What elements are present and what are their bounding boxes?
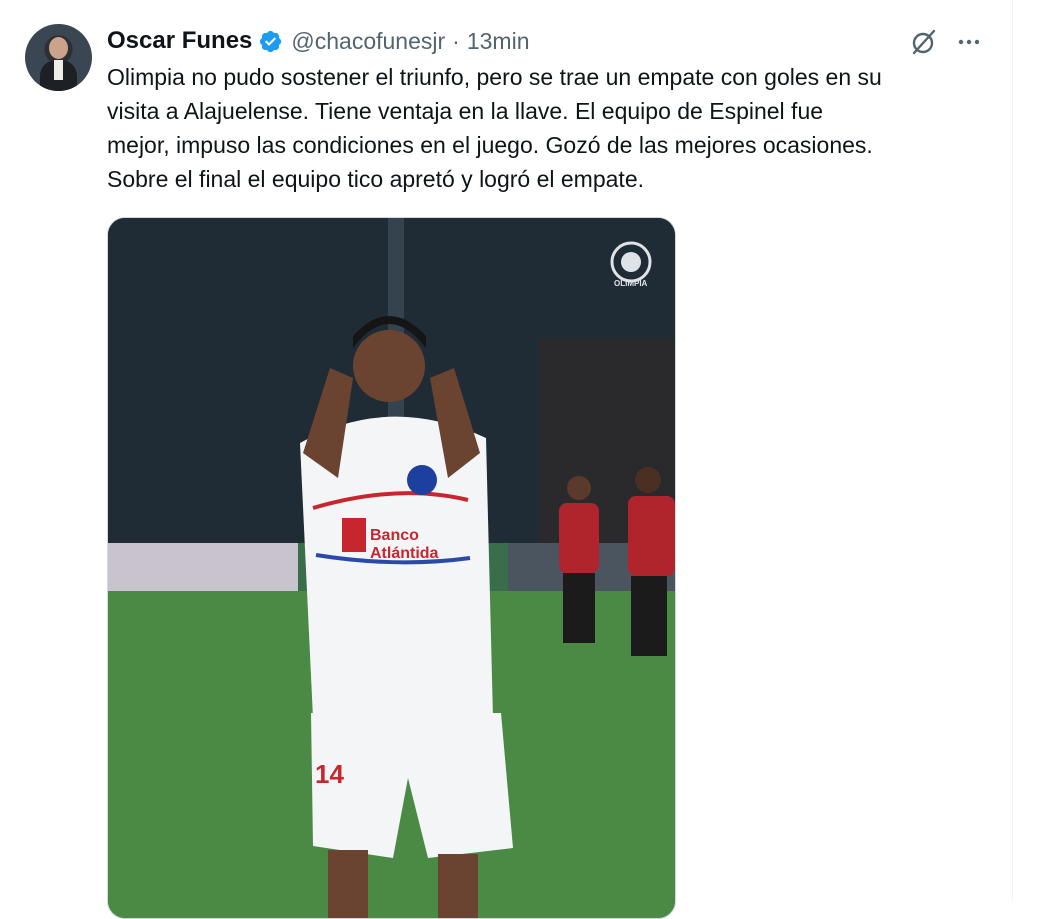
opponent-player-2	[628, 496, 675, 576]
avatar-shirt	[54, 60, 63, 80]
photo-illustration: Banco Atlántida 14 OLIMPIA	[108, 218, 675, 918]
shirt-sponsor-line1: Banco	[370, 527, 419, 544]
ad-board-left	[108, 543, 298, 591]
grok-icon[interactable]	[909, 27, 939, 57]
olimpia-crest-text: OLIMPIA	[614, 279, 648, 288]
avatar-face	[49, 37, 68, 59]
author-handle[interactable]: @chacofunesjr	[291, 28, 445, 55]
shorts-number: 14	[315, 759, 344, 789]
more-options-icon[interactable]	[954, 27, 984, 57]
tweet-header: Oscar Funes @chacofunesjr · 13min	[107, 26, 530, 56]
timeline-right-border	[1012, 0, 1013, 900]
shirt-sponsor-line2: Atlántida	[370, 545, 439, 562]
tweet[interactable]: Oscar Funes @chacofunesjr · 13min Olimpi…	[0, 0, 1012, 919]
tweet-text: Olimpia no pudo sostener el triunfo, per…	[107, 64, 882, 192]
opponent-player-1	[559, 503, 599, 573]
jersey-club-badge	[407, 465, 437, 495]
verified-badge-icon[interactable]	[258, 29, 283, 54]
tweet-media-photo[interactable]: Banco Atlántida 14 OLIMPIA	[107, 217, 676, 919]
tweet-time[interactable]: 13min	[467, 28, 530, 55]
author-name[interactable]: Oscar Funes	[107, 27, 252, 55]
player-head	[353, 330, 425, 402]
header-separator: ·	[452, 27, 460, 54]
author-avatar[interactable]	[25, 24, 92, 91]
